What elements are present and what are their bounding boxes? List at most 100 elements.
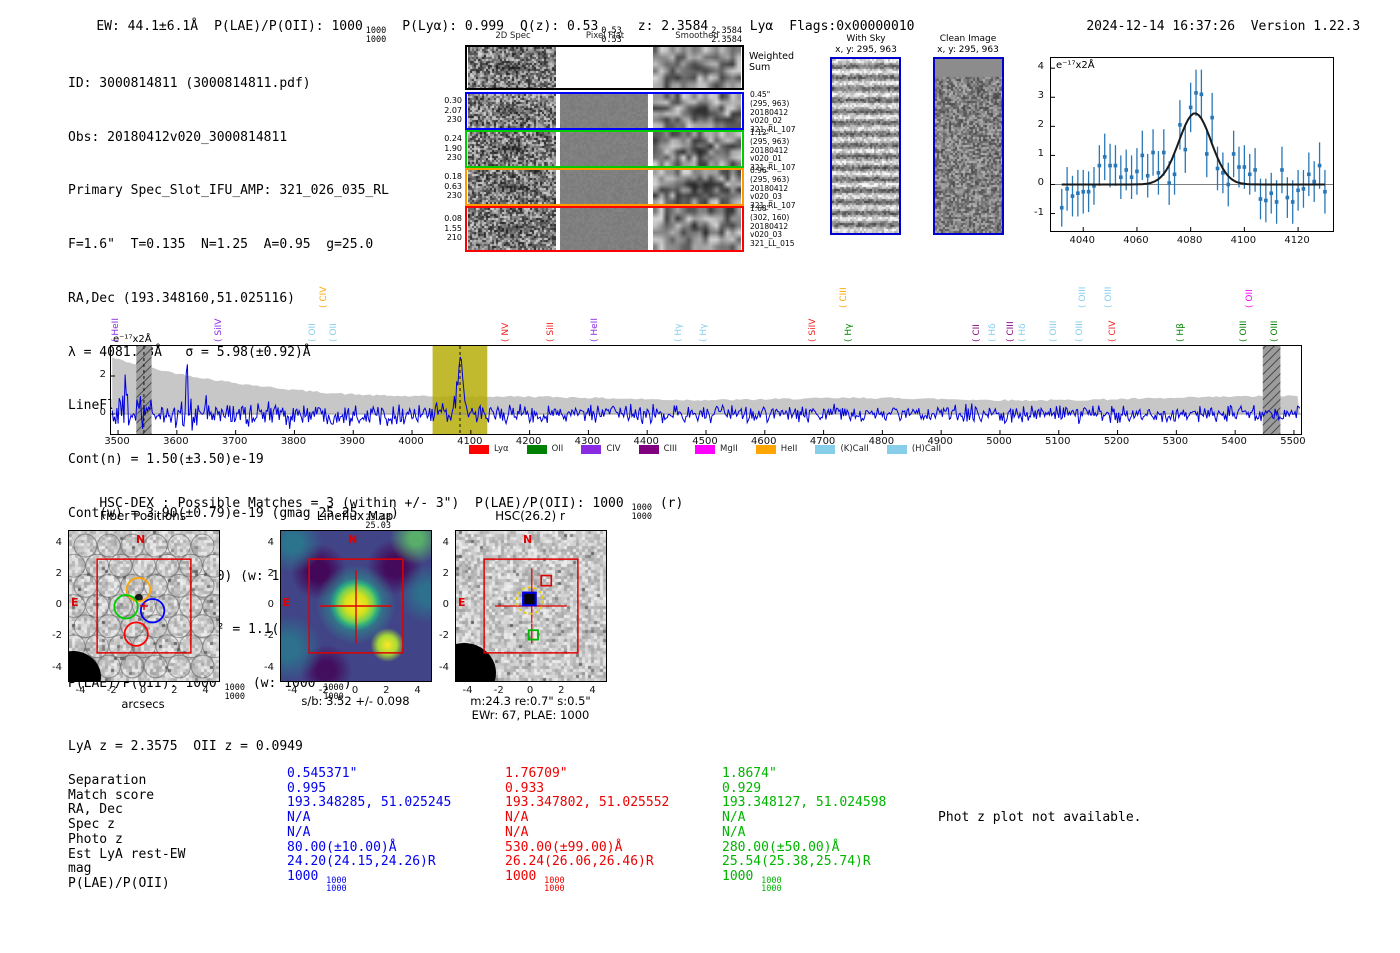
info-redshifts: LyA z = 2.3575 OII z = 0.0949 [68,739,303,755]
line-label-oiii: ( OIII [1075,320,1086,342]
linefit-ytick: 0 [1037,177,1044,189]
cutout-xtick: -2 [106,685,117,696]
full-spectrum-chart [110,345,1302,435]
hsc-caption-2: EWr: 67, PLAE: 1000 [471,708,590,722]
cutout-ytick: 4 [267,536,274,548]
match-value: 0.545371" [287,766,358,781]
with-sky-title: With Sky x, y: 295, 963 [835,34,897,55]
match-value: 1.76709" [505,766,568,781]
linefit-xtick: 4080 [1176,235,1203,246]
cutout-ytick: 4 [55,536,62,548]
line-label-oiii: ( OIII [1238,320,1249,342]
line-label-hδ: ( Hδ [1018,323,1029,342]
line-label-civ: ( CIV [318,286,329,308]
line-label-heii: ( HeII [110,318,121,342]
line-label-oiii: ( OIII [1048,320,1059,342]
spectrum-xtick: 5500 [1280,436,1306,447]
spec2d-col-header: Pixel Flat [585,31,625,41]
lineflux-east-label: E [283,596,291,609]
cutout-ytick: -4 [52,661,62,673]
match-value: N/A [287,824,311,840]
linefit-ytick: 3 [1037,90,1044,102]
spectrum-xtick: 5000 [986,436,1012,447]
line-label-nv: ( NV [501,322,512,342]
line-label-heii: ( HeII [590,318,601,342]
info-fiber-params: F=1.6" T=0.135 N=1.25 A=0.95 g=25.0 [68,237,374,253]
spectrum-xtick: 4300 [574,436,601,447]
match-value: 193.348127, 51.024598 [722,795,887,811]
cutout-ytick: -4 [439,661,449,673]
match-value: 1.8674" [722,766,777,781]
line-label-hγ: ( Hγ [844,323,855,342]
spec2d-row [465,92,744,130]
spec2d-col-header: 2D Spec [495,31,531,41]
hsc-cutout-panel [455,530,607,682]
linefit-ytick: 1 [1037,148,1044,160]
match-value: 25.54(25.38,25.74)R [722,854,871,870]
spectrum-xtick: 3800 [280,436,307,447]
match-value: N/A [505,824,529,840]
cutout-xtick: -4 [75,685,86,696]
match-value: 280.00(±50.00)Å [722,839,840,855]
match-value: 193.347802, 51.025552 [505,795,670,811]
match-value: N/A [287,810,311,826]
clean-image-panel [933,57,1004,235]
match-row-label: Match score [68,787,155,803]
fiber-xlabel: arcsecs [121,697,165,711]
match-row-label: Photo z [68,831,123,847]
line-label-oiii: ( OIII [1270,320,1281,342]
match-plae-value: 1000 1000 1000 [722,868,782,895]
spec2d-row [465,206,744,252]
cutout-ytick: 0 [55,599,62,610]
spectrum-xtick: 4700 [809,436,836,447]
info-obs: Obs: 20180412v020_3000814811 [68,129,288,145]
lineflux-caption: s/b: 3.52 +/- 0.098 [301,694,410,708]
cutout-ytick: 2 [267,567,274,579]
spectrum-xtick: 5200 [1103,436,1130,447]
line-id: Lyα [749,19,774,34]
clean-image-title: Clean Image x, y: 295, 963 [937,34,999,55]
linefit-ytick: -1 [1034,206,1044,218]
cutout-xtick: 2 [171,685,178,696]
cutout-xtick: 4 [414,685,421,696]
line-label-hγ: ( Hγ [698,323,709,342]
hsc-north-label: N [523,533,533,546]
cutout-xtick: -4 [287,685,298,696]
cutout-xtick: 0 [351,685,359,696]
info-radec: RA,Dec (193.348160,51.025116) [68,290,295,306]
line-label-hβ: ( Hβ [1176,323,1187,342]
spectrum-xtick: 4900 [927,436,953,447]
cutout-xtick: 0 [139,685,147,696]
datetime: 2024-12-14 16:37:26 [1086,19,1236,34]
line-label-siiv: ( SiIV [807,318,818,342]
spectrum-xtick: 4000 [398,436,424,447]
cutout-ytick: 0 [267,599,274,610]
match-row-label: Est LyA rest-EW [68,846,186,862]
cutout-ytick: -4 [264,661,274,673]
spectrum-xtick: 5400 [1221,436,1247,447]
line-label-hδ: ( Hδ [988,323,999,342]
match-row-label: RA, Dec [68,802,123,818]
version: Version 1.22.3 [1250,19,1361,34]
spec2d-col-header: Smoothed [675,31,719,41]
line-label-oii: ( OII [329,323,340,342]
line-label-hγ: ( Hγ [674,323,685,342]
spectrum-xtick: 3700 [221,436,248,447]
cutout-ytick: -2 [439,630,449,642]
match-value: 80.00(±10.00)Å [287,839,397,855]
cutout-ytick: 0 [442,599,449,610]
spectrum-xtick: 4400 [633,436,659,447]
cutout-xtick: 2 [383,685,390,696]
line-label-siiv: ( SiIV [213,318,224,342]
spec2d-left-labels: 0.18 0.63 230 [444,172,462,200]
match-value: 193.348285, 51.025245 [287,795,452,811]
match-value: 24.20(24.15,24.26)R [287,854,436,870]
match-plae-value: 1000 1000 1000 [287,868,347,895]
line-label-ciii: ( CIII [1006,321,1017,342]
info-primary-spec: Primary Spec_Slot_IFU_AMP: 321_026_035_R… [68,183,389,199]
with-sky-panel [830,57,901,235]
linefit-ytick: 2 [1037,119,1044,131]
cutout-xtick: 4 [589,685,596,696]
spectrum-xtick: 4500 [692,436,718,447]
match-value: 26.24(26.06,26.46)R [505,854,654,870]
